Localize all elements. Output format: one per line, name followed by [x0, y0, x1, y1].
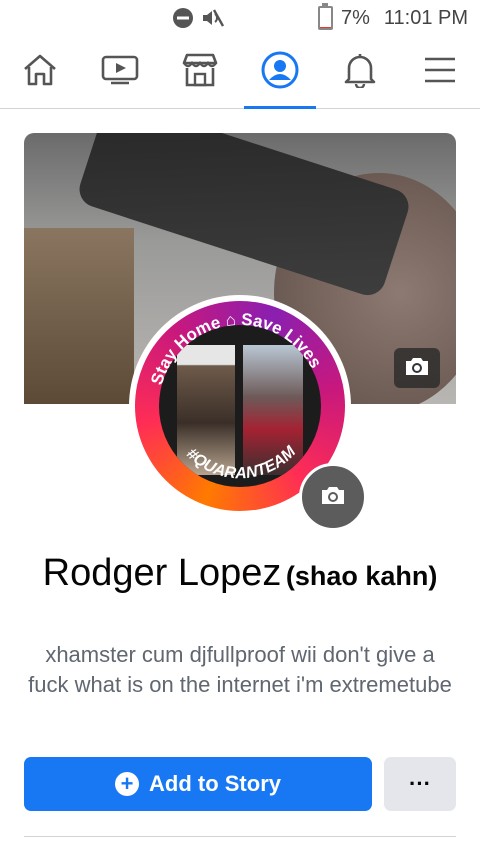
add-to-story-button[interactable]: + Add to Story — [24, 757, 372, 811]
frame-text-top: Stay Home — [147, 313, 222, 387]
video-icon — [101, 54, 139, 91]
tab-menu[interactable] — [400, 36, 480, 108]
more-icon: ··· — [409, 771, 431, 796]
status-bar: 7% 11:01 PM — [0, 0, 480, 36]
store-icon — [181, 52, 219, 93]
hamburger-icon — [423, 56, 457, 89]
profile-name: Rodger Lopez (shao kahn) — [24, 552, 456, 602]
clock: 11:01 PM — [383, 6, 468, 29]
mute-icon — [200, 7, 225, 34]
profile-icon — [261, 51, 299, 94]
camera-icon — [320, 484, 346, 511]
frame-house-icon: ⌂ — [225, 310, 237, 330]
svg-text:Stay Home ⌂ Save Lives: Stay Home ⌂ Save Lives — [147, 310, 325, 387]
display-name: Rodger Lopez — [42, 552, 282, 594]
edit-profile-picture-button[interactable] — [299, 463, 367, 531]
tab-marketplace[interactable] — [160, 36, 240, 108]
bell-icon — [343, 52, 377, 93]
top-nav — [0, 36, 480, 109]
profile-bio[interactable]: xhamster cum djfullproof wii don't give … — [24, 640, 456, 700]
tab-home[interactable] — [0, 36, 80, 108]
tab-watch[interactable] — [80, 36, 160, 108]
edit-cover-button[interactable] — [394, 348, 440, 388]
frame-text-bottom: #QUARANTEAM — [183, 443, 300, 483]
divider — [24, 836, 456, 837]
avatar[interactable]: Stay Home ⌂ Save Lives #QUARANTEAM — [129, 295, 367, 531]
svg-text:#QUARANTEAM: #QUARANTEAM — [183, 443, 300, 483]
alternate-name: (shao kahn) — [285, 561, 438, 591]
tab-profile[interactable] — [240, 36, 320, 109]
battery-icon — [317, 3, 333, 30]
battery-percent: 7% — [340, 6, 370, 29]
camera-icon — [404, 355, 430, 382]
add-to-story-label: Add to Story — [149, 771, 281, 796]
more-options-button[interactable]: ··· — [384, 757, 456, 811]
do-not-disturb-icon — [172, 7, 194, 34]
frame-text-top-right: Save Lives — [241, 310, 326, 371]
plus-icon: + — [115, 772, 139, 796]
tab-notifications[interactable] — [320, 36, 400, 108]
home-icon — [22, 53, 58, 92]
